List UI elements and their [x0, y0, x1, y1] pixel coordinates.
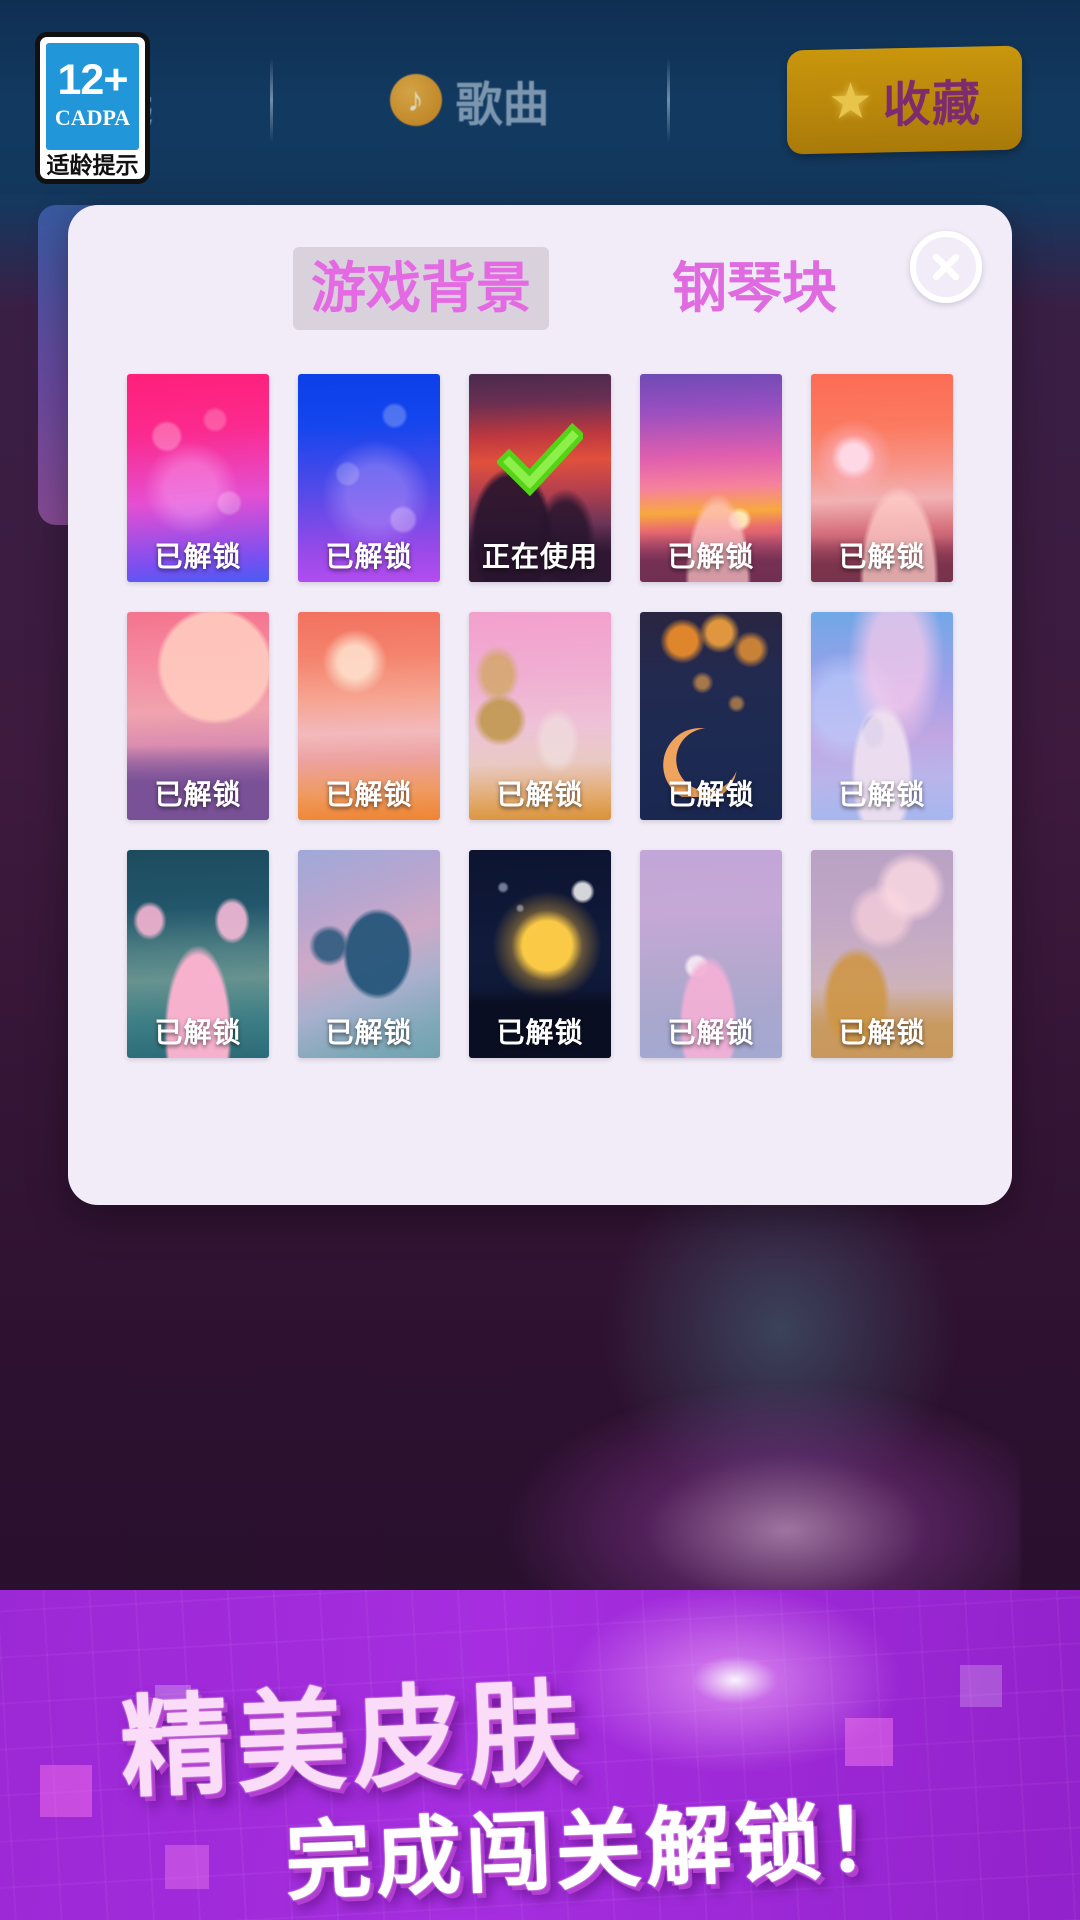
nav-divider-1	[269, 58, 273, 142]
close-button[interactable]	[910, 231, 982, 303]
skin-status-label: 已解锁	[154, 541, 242, 573]
skin-status-label: 已解锁	[496, 1017, 584, 1049]
age-rating-badge: 12+ CADPA 适龄提示	[35, 32, 150, 184]
promo-banner: 精美皮肤 完成闯关解锁！	[0, 1590, 1080, 1920]
nav-songs-label: 歌曲	[455, 77, 550, 131]
crescent-moon-icon	[663, 728, 737, 797]
skin-status-label: 已解锁	[838, 541, 926, 573]
close-icon	[932, 253, 960, 281]
skin-item-purple-sunset-lake[interactable]: 已解锁	[640, 374, 782, 583]
skin-item-orange-cloud-plane[interactable]: 已解锁	[298, 612, 440, 821]
music-note-icon: ♪	[389, 74, 442, 126]
promo-square-1	[40, 1765, 92, 1817]
promo-square-5	[960, 1665, 1002, 1707]
tab-piano-tiles[interactable]: 钢琴块	[654, 247, 855, 330]
skin-status-label: 已解锁	[667, 779, 755, 811]
skin-status-label: 已解锁	[667, 1017, 755, 1049]
skin-item-swan-girl-blossom[interactable]: 已解锁	[640, 850, 782, 1059]
promo-square-4	[845, 1718, 893, 1766]
check-icon	[497, 422, 583, 496]
skin-item-sunset-piano-couple[interactable]: 正在使用	[469, 374, 611, 583]
skin-item-coral-sun-mountain[interactable]: 已解锁	[811, 374, 953, 583]
skin-status-label: 已解锁	[154, 1017, 242, 1049]
age-rating-caption: 适龄提示	[46, 152, 139, 178]
skin-status-label: 已解锁	[325, 779, 413, 811]
age-rating-value: 12+	[57, 56, 129, 105]
skin-item-blue-whale-sky[interactable]: 已解锁	[298, 850, 440, 1059]
skin-status-label: 已解锁	[838, 1017, 926, 1049]
skin-item-lantern-forest-moon[interactable]: 已解锁	[640, 612, 782, 821]
skin-item-polar-bear-iceberg[interactable]: 已解锁	[127, 850, 269, 1059]
skin-item-sakura-cliff-cranes[interactable]: 已解锁	[811, 850, 953, 1059]
skin-item-moon-city-night[interactable]: 已解锁	[469, 850, 611, 1059]
age-rating-panel: 12+ CADPA	[46, 43, 139, 150]
skin-status-label: 已解锁	[838, 779, 926, 811]
skin-item-neon-pink-bokeh[interactable]: 已解锁	[127, 374, 269, 583]
skin-status-label: 已解锁	[325, 541, 413, 573]
skin-status-label: 已解锁	[154, 779, 242, 811]
tab-game-background[interactable]: 游戏背景	[293, 247, 550, 331]
nav-favorites-label: 收藏	[882, 77, 981, 133]
promo-subline: 完成闯关解锁！	[283, 1790, 917, 1912]
top-navigation-bar: 精选 ♪ 歌曲 ★ 收藏	[0, 0, 1080, 195]
skin-item-blue-violet-bokeh[interactable]: 已解锁	[298, 374, 440, 583]
skin-grid: 已解锁 已解锁 正在使用 已解锁 已解锁 已解锁 已解锁 已解锁 已解锁 已解锁…	[127, 374, 953, 1059]
skin-status-label: 已解锁	[667, 541, 755, 573]
skin-selection-dialog: 游戏背景 钢琴块 已解锁 已解锁 正在使用 已解锁 已解锁 已解锁 已解锁 已解…	[68, 205, 1012, 1205]
age-rating-org: CADPA	[54, 104, 131, 130]
skin-status-label: 正在使用	[481, 541, 598, 573]
nav-divider-2	[666, 58, 670, 142]
nav-item-favorites[interactable]: ★ 收藏	[786, 45, 1022, 155]
skin-status-label: 已解锁	[325, 1017, 413, 1049]
star-icon: ★	[827, 72, 873, 130]
skin-item-pink-planet-dunes[interactable]: 已解锁	[127, 612, 269, 821]
promo-square-3	[165, 1845, 209, 1889]
dialog-tabs: 游戏背景 钢琴块	[68, 205, 1012, 331]
skin-item-girl-umbrella-tree[interactable]: 已解锁	[469, 612, 611, 821]
nav-item-songs[interactable]: ♪ 歌曲	[389, 66, 550, 135]
skin-item-whale-cloud-dream[interactable]: 已解锁	[811, 612, 953, 821]
skin-status-label: 已解锁	[496, 779, 584, 811]
